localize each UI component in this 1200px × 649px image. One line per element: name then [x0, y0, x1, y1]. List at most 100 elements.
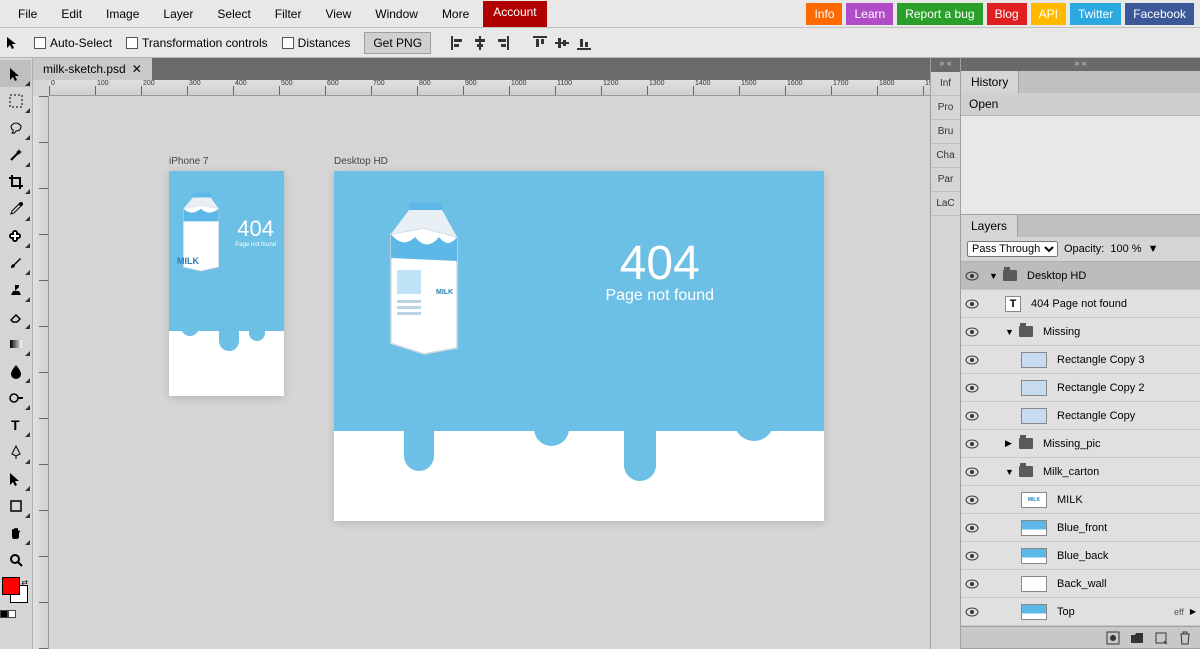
menu-view[interactable]: View: [313, 1, 363, 27]
magic-wand-tool[interactable]: [0, 141, 31, 168]
layer-row[interactable]: Rectangle Copy 2: [961, 374, 1200, 402]
tag-api[interactable]: API: [1031, 3, 1066, 25]
zoom-tool[interactable]: [0, 546, 31, 573]
visibility-eye-icon[interactable]: [965, 467, 981, 477]
visibility-eye-icon[interactable]: [965, 579, 981, 589]
layer-row[interactable]: Rectangle Copy: [961, 402, 1200, 430]
panel-stub-brush[interactable]: Bru: [931, 120, 960, 144]
swap-colors-icon[interactable]: ⇄: [21, 578, 28, 587]
visibility-eye-icon[interactable]: [965, 299, 981, 309]
menu-account[interactable]: Account: [483, 1, 546, 27]
layers-tab[interactable]: Layers: [961, 215, 1018, 237]
brush-tool[interactable]: [0, 249, 31, 276]
visibility-eye-icon[interactable]: [965, 523, 981, 533]
visibility-eye-icon[interactable]: [965, 327, 981, 337]
distances-checkbox[interactable]: Distances: [282, 36, 351, 50]
new-layer-icon[interactable]: [1154, 631, 1168, 645]
visibility-eye-icon[interactable]: [965, 383, 981, 393]
collapse-handle[interactable]: » «: [931, 58, 960, 72]
crop-tool[interactable]: [0, 168, 31, 195]
auto-select-checkbox[interactable]: Auto-Select: [34, 36, 112, 50]
panel-stub-properties[interactable]: Pro: [931, 96, 960, 120]
panel-stub-layercomps[interactable]: LaC: [931, 192, 960, 216]
tag-info[interactable]: Info: [806, 3, 842, 25]
disclosure-triangle-icon[interactable]: ▶: [1005, 438, 1015, 449]
color-swatches[interactable]: ⇄: [0, 577, 31, 607]
panel-stub-character[interactable]: Cha: [931, 144, 960, 168]
eraser-tool[interactable]: [0, 303, 31, 330]
canvas[interactable]: iPhone 7 MILK: [49, 96, 824, 561]
menu-more[interactable]: More: [430, 1, 481, 27]
layer-row[interactable]: ▶Missing_pic: [961, 430, 1200, 458]
disclosure-triangle-icon[interactable]: ▼: [1005, 327, 1015, 337]
tag-learn[interactable]: Learn: [846, 3, 893, 25]
layer-row[interactable]: Back_wall: [961, 570, 1200, 598]
eyedropper-tool[interactable]: [0, 195, 31, 222]
menu-image[interactable]: Image: [94, 1, 151, 27]
artboard-label-desktop[interactable]: Desktop HD: [334, 156, 824, 167]
align-center-v-icon[interactable]: [555, 36, 569, 50]
menu-filter[interactable]: Filter: [263, 1, 314, 27]
get-png-button[interactable]: Get PNG: [364, 32, 431, 54]
visibility-eye-icon[interactable]: [965, 495, 981, 505]
layer-row[interactable]: ▼Milk_carton: [961, 458, 1200, 486]
healing-tool[interactable]: [0, 222, 31, 249]
visibility-eye-icon[interactable]: [965, 551, 981, 561]
layer-row[interactable]: MILKMILK: [961, 486, 1200, 514]
disclosure-triangle-icon[interactable]: ▼: [989, 271, 999, 281]
disclosure-triangle-icon[interactable]: ▼: [1005, 467, 1015, 477]
artboard-iphone[interactable]: MILK 404 Page not found: [169, 171, 284, 396]
delete-layer-icon[interactable]: [1178, 631, 1192, 645]
visibility-eye-icon[interactable]: [965, 355, 981, 365]
artboard-desktop[interactable]: MILK 404 Page not found: [334, 171, 824, 521]
visibility-eye-icon[interactable]: [965, 607, 981, 617]
marquee-tool[interactable]: [0, 87, 31, 114]
menu-edit[interactable]: Edit: [49, 1, 94, 27]
type-tool[interactable]: T: [0, 411, 31, 438]
layer-row[interactable]: Rectangle Copy 3: [961, 346, 1200, 374]
tag-report-bug[interactable]: Report a bug: [897, 3, 982, 25]
menu-file[interactable]: File: [6, 1, 49, 27]
align-bottom-icon[interactable]: [577, 36, 591, 50]
align-left-icon[interactable]: [451, 36, 465, 50]
layer-row[interactable]: ▼Desktop HD: [961, 262, 1200, 290]
layer-row[interactable]: Blue_front: [961, 514, 1200, 542]
document-tab[interactable]: milk-sketch.psd ✕: [33, 58, 152, 80]
history-item[interactable]: Open: [961, 93, 1200, 116]
align-top-icon[interactable]: [533, 36, 547, 50]
menu-layer[interactable]: Layer: [151, 1, 205, 27]
panel-stub-info[interactable]: Inf: [931, 72, 960, 96]
clone-stamp-tool[interactable]: [0, 276, 31, 303]
layer-row[interactable]: Blue_back: [961, 542, 1200, 570]
transform-controls-checkbox[interactable]: Transformation controls: [126, 36, 268, 50]
foreground-color[interactable]: [2, 577, 20, 595]
visibility-eye-icon[interactable]: [965, 411, 981, 421]
tag-blog[interactable]: Blog: [987, 3, 1027, 25]
blend-mode-select[interactable]: Pass Through: [967, 241, 1058, 257]
visibility-eye-icon[interactable]: [965, 271, 981, 281]
menu-select[interactable]: Select: [205, 1, 262, 27]
layer-effects-label[interactable]: eff: [1174, 607, 1184, 617]
shape-tool[interactable]: [0, 492, 31, 519]
dodge-tool[interactable]: [0, 384, 31, 411]
visibility-eye-icon[interactable]: [965, 439, 981, 449]
layer-row[interactable]: Topeff▶: [961, 598, 1200, 626]
path-select-tool[interactable]: [0, 465, 31, 492]
tag-facebook[interactable]: Facebook: [1125, 3, 1194, 25]
move-tool[interactable]: [0, 60, 31, 87]
panel-stub-paragraph[interactable]: Par: [931, 168, 960, 192]
new-mask-icon[interactable]: [1106, 631, 1120, 645]
blur-tool[interactable]: [0, 357, 31, 384]
history-tab[interactable]: History: [961, 71, 1019, 93]
align-right-icon[interactable]: [495, 36, 509, 50]
gradient-tool[interactable]: [0, 330, 31, 357]
lasso-tool[interactable]: [0, 114, 31, 141]
panel-collapse-handle[interactable]: » «: [961, 58, 1200, 71]
opacity-value[interactable]: 100 %: [1110, 243, 1141, 255]
menu-window[interactable]: Window: [363, 1, 430, 27]
align-center-h-icon[interactable]: [473, 36, 487, 50]
close-tab-icon[interactable]: ✕: [132, 62, 142, 76]
artboard-label-iphone[interactable]: iPhone 7: [169, 156, 284, 167]
opacity-dropdown-icon[interactable]: ▼: [1148, 243, 1159, 255]
effects-disclosure-icon[interactable]: ▶: [1190, 607, 1196, 616]
